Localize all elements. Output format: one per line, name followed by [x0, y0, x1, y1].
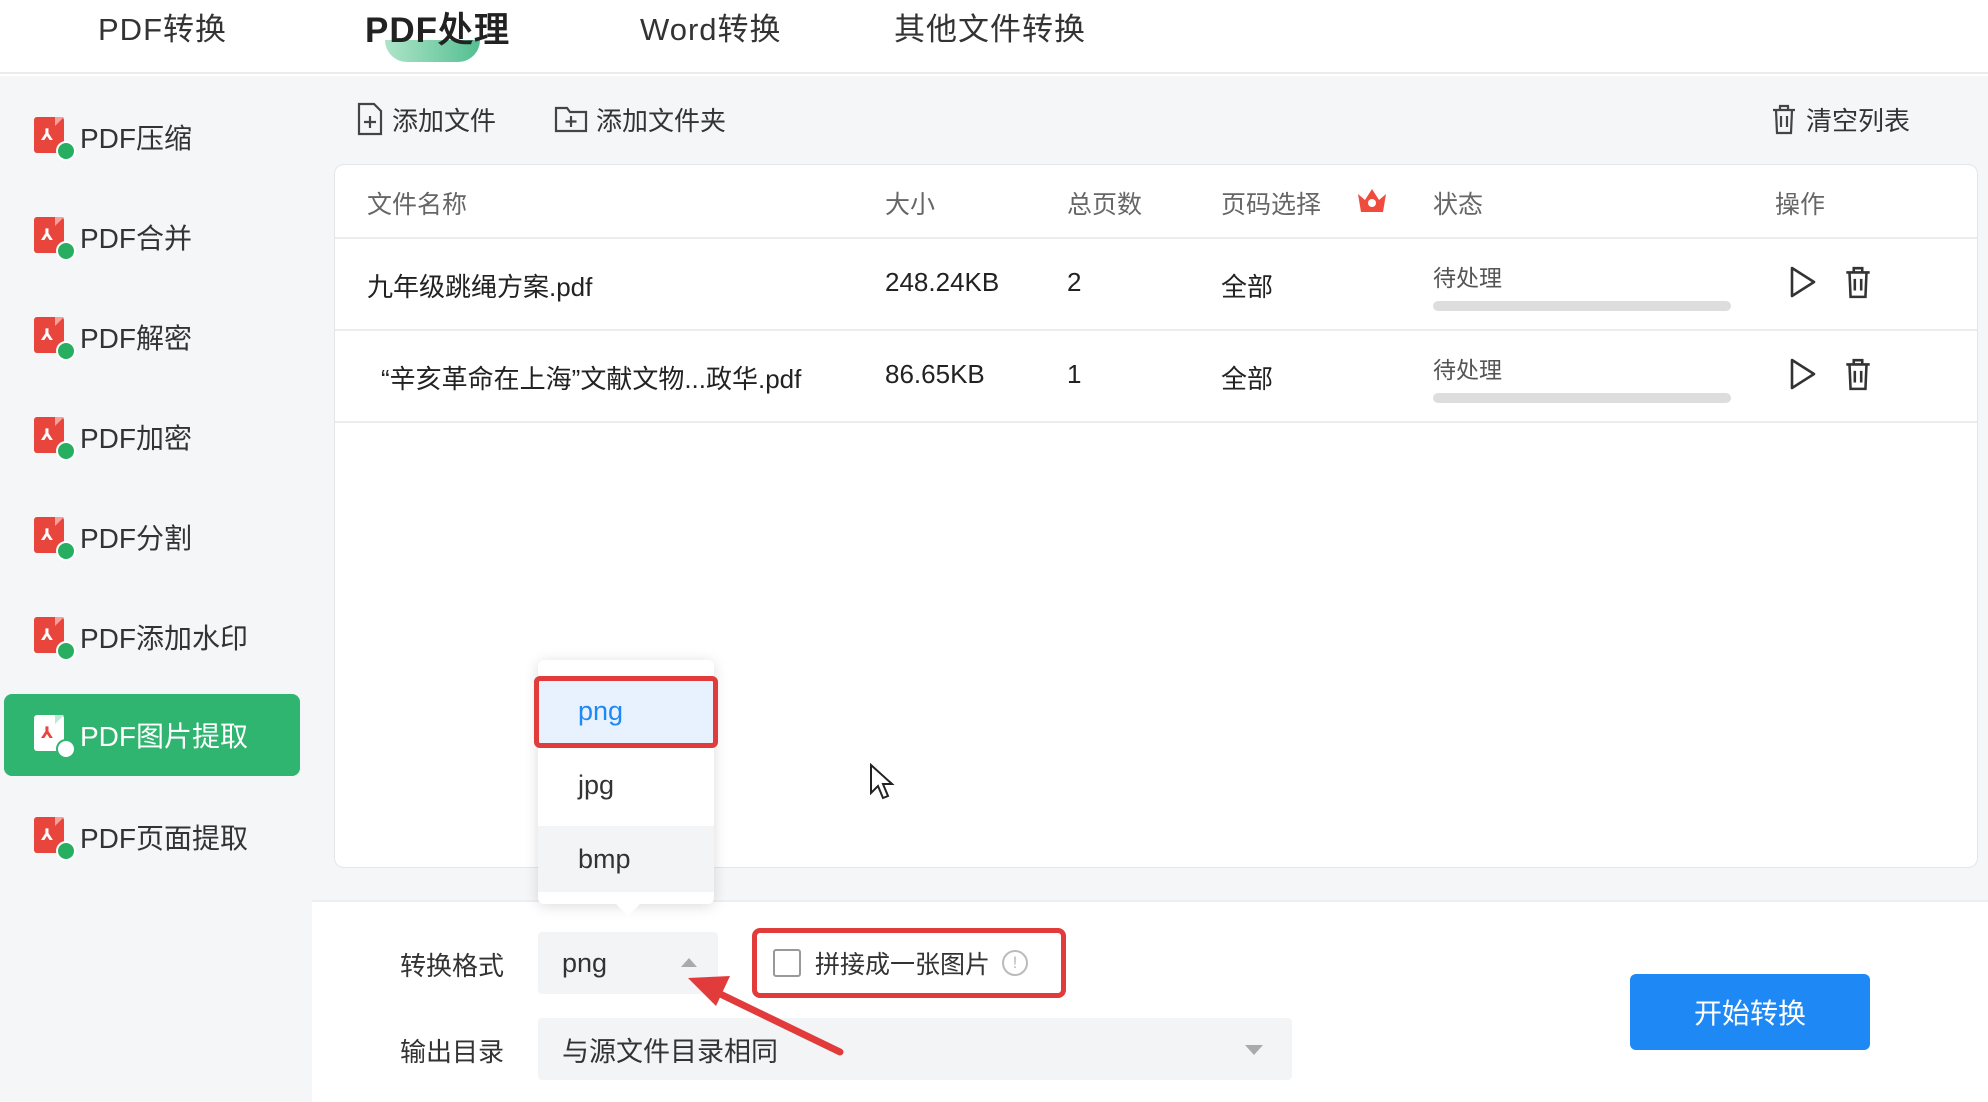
- chevron-up-icon: [681, 958, 697, 967]
- tab-pdf-process[interactable]: PDF处理: [365, 2, 510, 53]
- column-header-actions: 操作: [1775, 191, 1826, 219]
- sidebar-item-label: PDF添加水印: [80, 623, 249, 654]
- column-header-name: 文件名称: [367, 191, 468, 219]
- column-header-size: 大小: [885, 191, 936, 219]
- output-dir-select[interactable]: 与源文件目录相同: [538, 1018, 1292, 1080]
- sidebar-item-pdf-decrypt[interactable]: ⅄ PDF解密: [4, 296, 300, 378]
- merge-images-checkbox[interactable]: [773, 949, 801, 977]
- tab-other-convert[interactable]: 其他文件转换: [894, 4, 1086, 49]
- file-name: 九年级跳绳方案.pdf: [367, 272, 593, 302]
- sidebar-item-label: PDF解密: [80, 323, 193, 354]
- pdf-page-extract-icon: ⅄: [32, 815, 76, 861]
- format-label: 转换格式: [400, 951, 505, 981]
- format-dropdown: png jpg bmp: [534, 660, 718, 916]
- status-text: 待处理: [1433, 265, 1502, 291]
- sidebar-item-pdf-page-extract[interactable]: ⅄ PDF页面提取: [4, 796, 300, 878]
- pdf-merge-icon: ⅄: [32, 215, 76, 261]
- status-text: 待处理: [1433, 357, 1502, 383]
- sidebar-item-pdf-split[interactable]: ⅄ PDF分割: [4, 496, 300, 578]
- tab-word-convert[interactable]: Word转换: [640, 4, 782, 49]
- page-count: 1: [1067, 359, 1082, 389]
- vip-crown-icon: [1358, 189, 1386, 212]
- add-folder-icon: [554, 106, 588, 133]
- pdf-compress-icon: ⅄: [32, 115, 76, 161]
- play-icon[interactable]: [1787, 265, 1817, 299]
- page-select[interactable]: 全部: [1221, 267, 1273, 304]
- progress-bar: [1433, 301, 1731, 311]
- sidebar-item-label: PDF页面提取: [80, 823, 249, 854]
- sidebar: ⅄ PDF压缩 ⅄ PDF合并 ⅄ PDF解密 ⅄ PDF加密 ⅄ PDF分割 …: [0, 76, 312, 1102]
- sidebar-item-label: PDF图片提取: [80, 721, 249, 752]
- page-count: 2: [1067, 267, 1082, 297]
- column-header-pages: 总页数: [1067, 191, 1143, 219]
- file-size: 248.24KB: [885, 267, 1000, 297]
- top-tab-bar: PDF转换 PDF处理 Word转换 其他文件转换: [0, 0, 1988, 74]
- output-dir-value: 与源文件目录相同: [562, 1036, 778, 1067]
- format-select[interactable]: png: [538, 932, 718, 994]
- add-file-icon: [357, 102, 383, 136]
- mouse-cursor-icon: [870, 763, 895, 800]
- conversion-settings: 转换格式 png 拼接成一张图片 ! 输出目录 与源文件目录相同 开始转换: [312, 900, 1988, 1102]
- info-icon[interactable]: !: [1002, 950, 1029, 976]
- column-header-page-select: 页码选择: [1221, 191, 1322, 219]
- delete-icon[interactable]: [1843, 265, 1873, 299]
- start-convert-button[interactable]: 开始转换: [1630, 974, 1870, 1050]
- pdf-watermark-icon: ⅄: [32, 615, 76, 661]
- pdf-split-icon: ⅄: [32, 515, 76, 561]
- sidebar-item-pdf-watermark[interactable]: ⅄ PDF添加水印: [4, 596, 300, 678]
- sidebar-item-pdf-merge[interactable]: ⅄ PDF合并: [4, 196, 300, 278]
- pdf-decrypt-icon: ⅄: [32, 315, 76, 361]
- merge-images-label: 拼接成一张图片: [815, 951, 991, 979]
- format-option-jpg[interactable]: jpg: [538, 752, 714, 818]
- main-content: 添加文件 添加文件夹 清空列表 文件名称 大小 总页数 页码选择 状态 操作 九…: [312, 76, 1988, 1102]
- table-header: 文件名称 大小 总页数 页码选择 状态 操作: [335, 165, 1977, 239]
- sidebar-item-label: PDF加密: [80, 423, 193, 454]
- sidebar-item-pdf-compress[interactable]: ⅄ PDF压缩: [4, 96, 300, 178]
- sidebar-item-pdf-image-extract[interactable]: ⅄ PDF图片提取: [4, 694, 300, 776]
- page-select[interactable]: 全部: [1221, 359, 1273, 396]
- trash-icon: [1773, 104, 1795, 135]
- format-option-png[interactable]: png: [538, 678, 714, 744]
- merge-option-highlight: 拼接成一张图片 !: [752, 928, 1066, 998]
- output-dir-label: 输出目录: [400, 1037, 505, 1067]
- tab-pdf-convert[interactable]: PDF转换: [98, 4, 227, 49]
- chevron-down-icon: [1245, 1045, 1263, 1055]
- table-row[interactable]: “辛亥革命在上海”文献文物...政华.pdf 86.65KB 1 全部 待处理: [335, 331, 1977, 423]
- delete-icon[interactable]: [1843, 357, 1873, 391]
- add-file-button[interactable]: 添加文件: [356, 98, 496, 140]
- file-size: 86.65KB: [885, 359, 985, 389]
- format-select-value: png: [562, 947, 608, 978]
- progress-bar: [1433, 393, 1731, 403]
- add-folder-label: 添加文件夹: [596, 105, 727, 136]
- clear-list-button[interactable]: 清空列表: [1770, 98, 1910, 140]
- sidebar-item-label: PDF合并: [80, 223, 193, 254]
- play-icon[interactable]: [1787, 357, 1817, 391]
- column-header-status: 状态: [1433, 191, 1484, 219]
- table-row[interactable]: 九年级跳绳方案.pdf 248.24KB 2 全部 待处理: [335, 239, 1977, 331]
- file-name: “辛亥革命在上海”文献文物...政华.pdf: [381, 364, 802, 394]
- format-option-bmp[interactable]: bmp: [538, 826, 714, 892]
- pdf-encrypt-icon: ⅄: [32, 415, 76, 461]
- sidebar-item-label: PDF压缩: [80, 123, 193, 154]
- sidebar-item-pdf-encrypt[interactable]: ⅄ PDF加密: [4, 396, 300, 478]
- clear-list-label: 清空列表: [1806, 105, 1911, 136]
- pdf-image-extract-icon: ⅄: [32, 713, 76, 759]
- add-file-label: 添加文件: [392, 105, 497, 136]
- sidebar-item-label: PDF分割: [80, 523, 193, 554]
- add-folder-button[interactable]: 添加文件夹: [554, 98, 726, 140]
